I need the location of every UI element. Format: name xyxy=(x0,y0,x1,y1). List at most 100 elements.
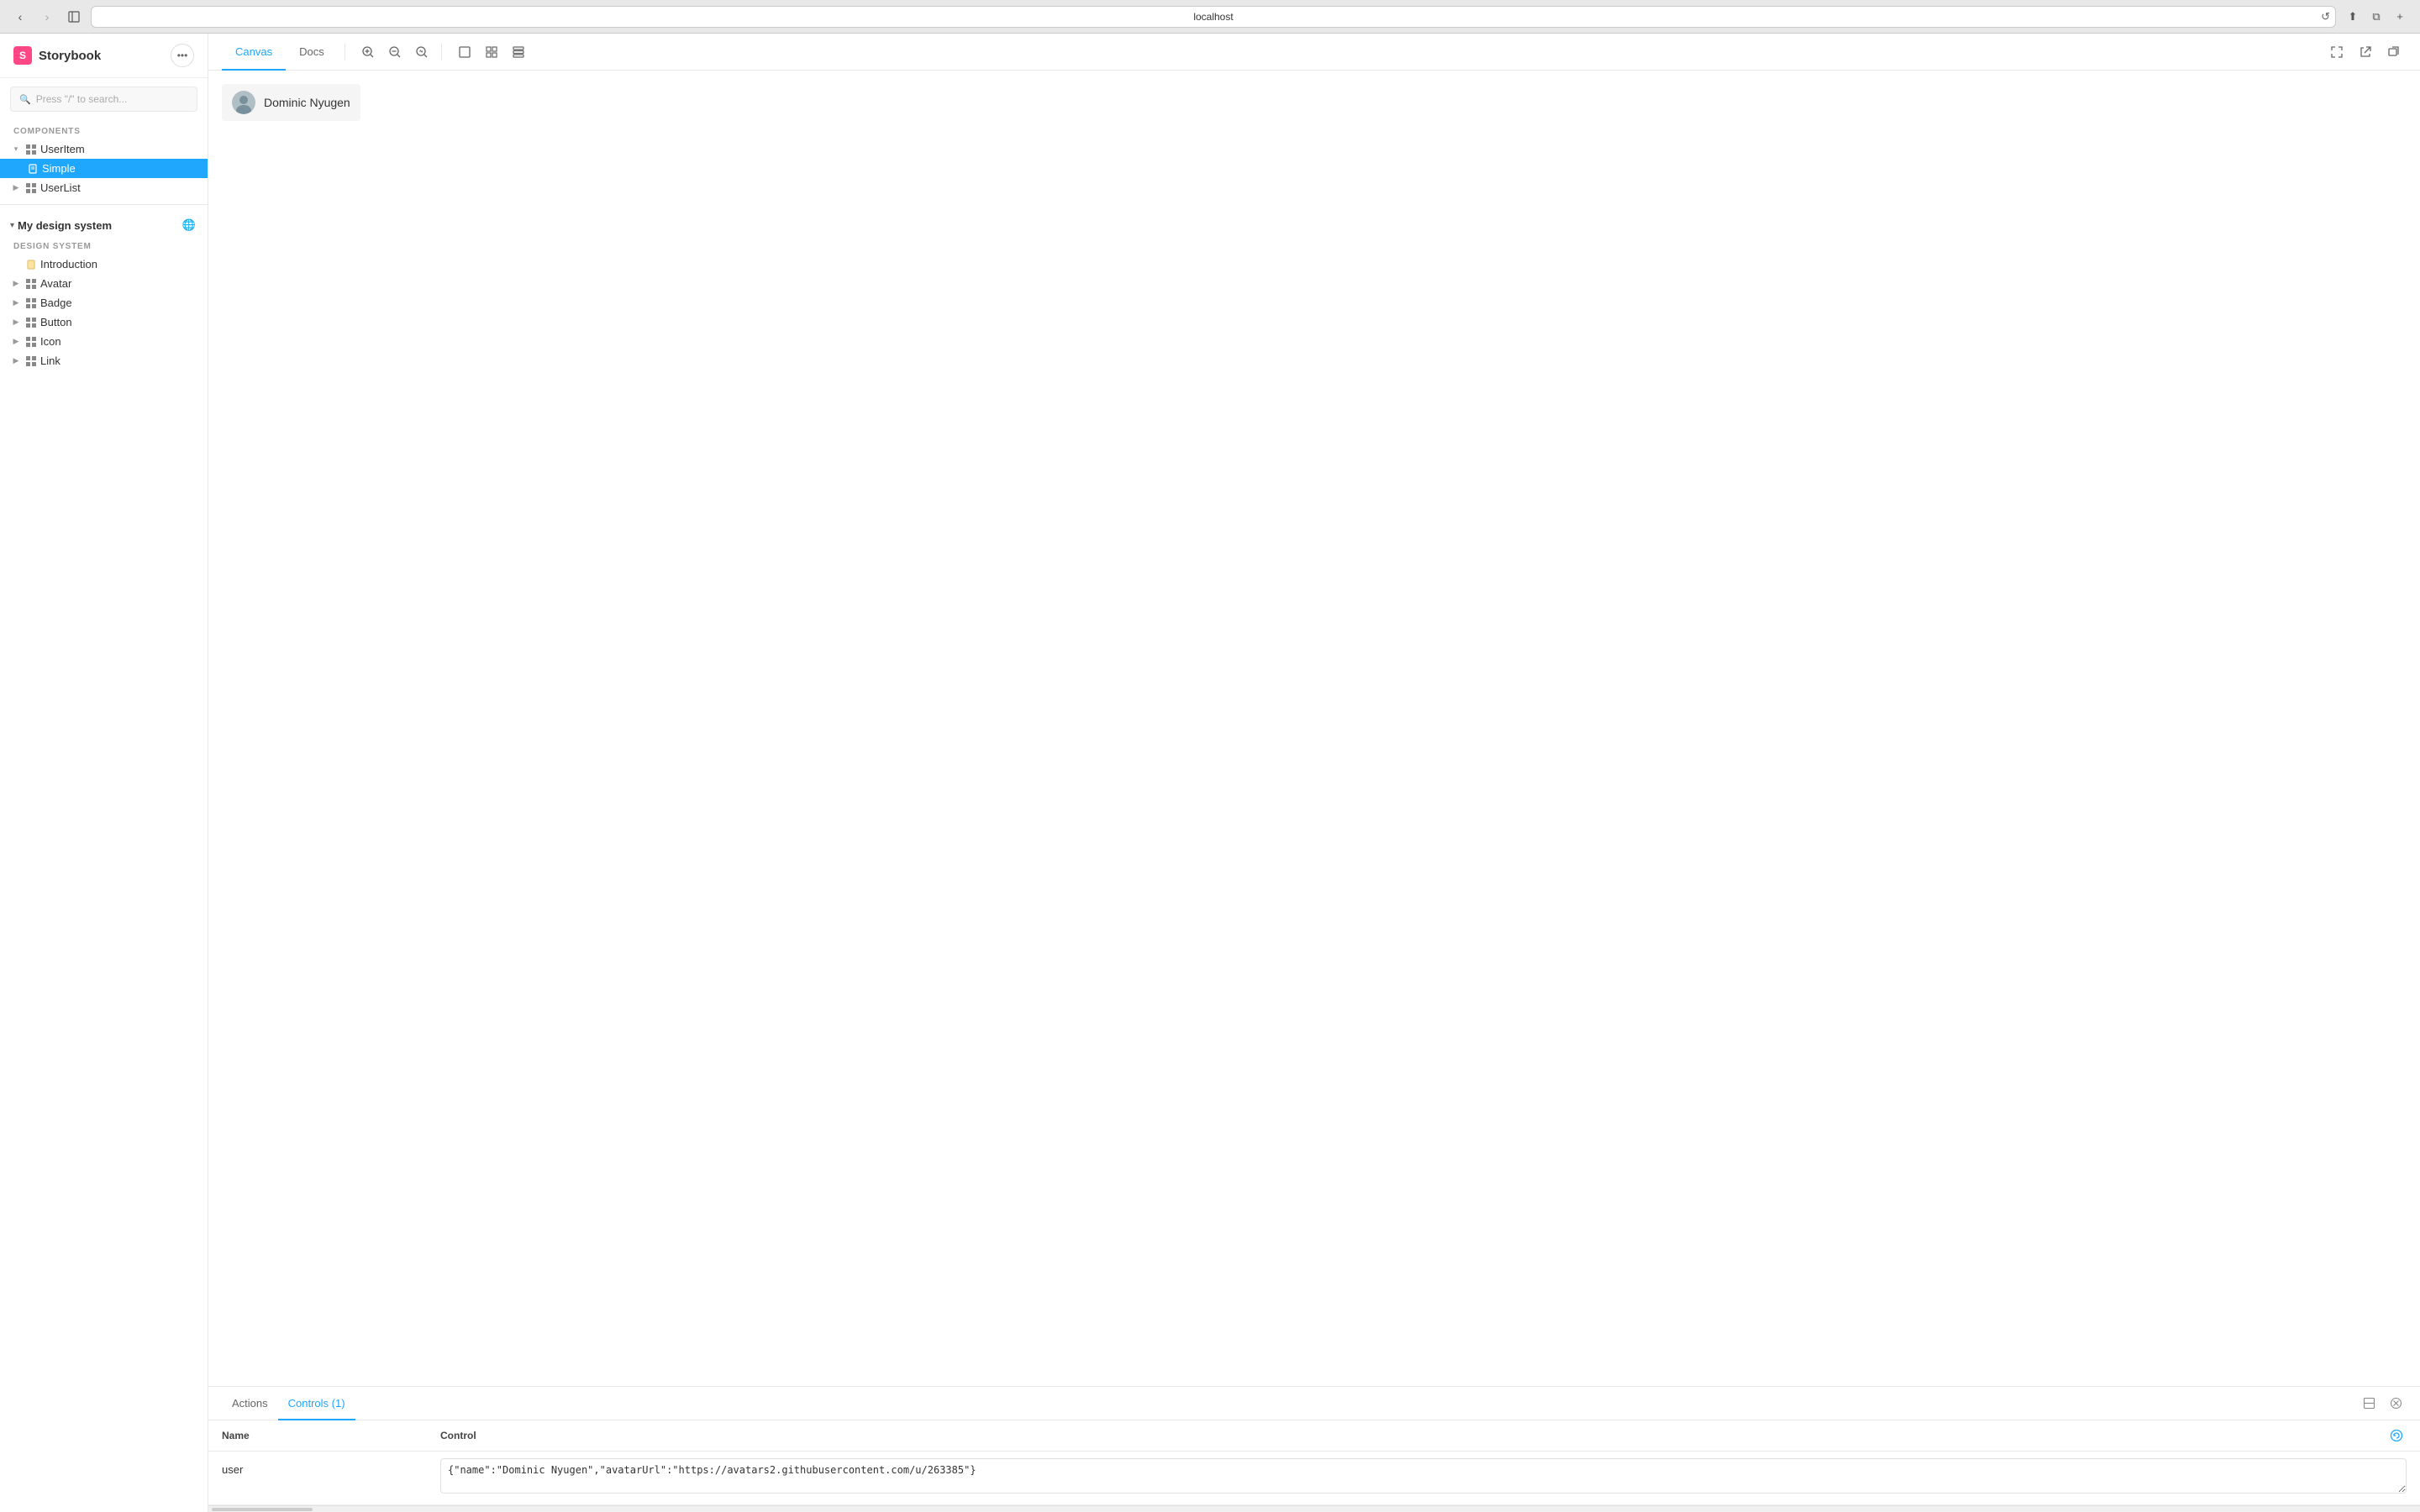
expand-icon-userlist: ▶ xyxy=(10,182,22,194)
sidebar-item-avatar-label: Avatar xyxy=(40,277,71,290)
panel-close-button[interactable] xyxy=(2385,1393,2407,1415)
tab-canvas[interactable]: Canvas xyxy=(222,34,286,71)
expand-icon-link: ▶ xyxy=(10,355,22,367)
design-system-name: My design system xyxy=(18,219,112,232)
more-options-button[interactable]: ••• xyxy=(171,44,194,67)
expand-icon-icon: ▶ xyxy=(10,336,22,348)
controls-column-control: Control xyxy=(440,1430,2386,1441)
bottom-scrollbar[interactable] xyxy=(208,1505,2420,1512)
fullscreen-button[interactable] xyxy=(2324,39,2349,65)
toolbar-right-actions xyxy=(2324,39,2407,65)
add-tab-button[interactable]: + xyxy=(2390,7,2410,27)
component-icon-avatar xyxy=(25,278,37,290)
storybook-logo-icon: S xyxy=(13,46,32,65)
toolbar: Canvas Docs xyxy=(208,34,2420,71)
avatar xyxy=(232,91,255,114)
view-controls xyxy=(452,39,531,65)
panel-layout-button[interactable] xyxy=(2358,1393,2380,1415)
expand-icon-useritem: ▾ xyxy=(10,144,22,155)
reload-button[interactable]: ↺ xyxy=(2321,10,2330,24)
storybook-logo-text: Storybook xyxy=(39,49,101,63)
sidebar-item-link-label: Link xyxy=(40,354,60,367)
search-bar[interactable]: 🔍 Press "/" to search... xyxy=(10,87,197,112)
forward-button[interactable]: › xyxy=(37,7,57,27)
doc-icon-introduction xyxy=(25,259,37,270)
controls-header-actions xyxy=(2386,1425,2407,1446)
sidebar-toggle-button[interactable] xyxy=(64,7,84,27)
browser-chrome: ‹ › localhost ↺ ⬆ ⧉ + xyxy=(0,0,2420,34)
component-icon-icon xyxy=(25,336,37,348)
controls-row-name-user: user xyxy=(222,1458,440,1476)
view-single-button[interactable] xyxy=(452,39,477,65)
sidebar-item-icon[interactable]: ▶ Icon xyxy=(0,332,208,351)
new-tab-button[interactable]: ⧉ xyxy=(2366,7,2386,27)
sidebar-header: S Storybook ••• xyxy=(0,34,208,78)
search-icon: 🔍 xyxy=(19,94,31,105)
zoom-controls xyxy=(355,39,434,65)
app: S Storybook ••• 🔍 Press "/" to search...… xyxy=(0,34,2420,1512)
sidebar-item-badge[interactable]: ▶ Badge xyxy=(0,293,208,312)
toolbar-separator-2 xyxy=(441,44,442,60)
bottom-tabs: Actions Controls (1) xyxy=(208,1387,2420,1420)
reset-controls-button[interactable] xyxy=(2386,1425,2407,1446)
expand-icon-avatar: ▶ xyxy=(10,278,22,290)
component-icon-link xyxy=(25,355,37,367)
browser-actions: ⬆ ⧉ + xyxy=(2343,7,2410,27)
controls-header: Name Control xyxy=(208,1420,2420,1452)
tab-docs[interactable]: Docs xyxy=(286,34,338,71)
sidebar-item-link[interactable]: ▶ Link xyxy=(0,351,208,370)
main-content: Canvas Docs xyxy=(208,34,2420,1512)
search-placeholder-text: Press "/" to search... xyxy=(36,93,128,105)
user-control-textarea[interactable] xyxy=(440,1458,2407,1494)
zoom-out-button[interactable] xyxy=(382,39,408,65)
url-bar[interactable]: localhost ↺ xyxy=(91,6,2336,28)
sidebar-item-button[interactable]: ▶ Button xyxy=(0,312,208,332)
design-system-header: ▾ My design system 🌐 xyxy=(0,212,208,235)
preview-content: Dominic Nyugen xyxy=(208,71,2420,134)
zoom-in-button[interactable] xyxy=(355,39,381,65)
tab-controls[interactable]: Controls (1) xyxy=(278,1387,355,1420)
sidebar-item-avatar[interactable]: ▶ Avatar xyxy=(0,274,208,293)
sidebar-item-useritem-label: UserItem xyxy=(40,143,85,155)
bottom-panel: Actions Controls (1) xyxy=(208,1386,2420,1505)
expand-icon-button: ▶ xyxy=(10,317,22,328)
controls-column-name: Name xyxy=(222,1430,440,1441)
sidebar-item-useritem[interactable]: ▾ UserItem xyxy=(0,139,208,159)
sidebar: S Storybook ••• 🔍 Press "/" to search...… xyxy=(0,34,208,1512)
components-section-label: COMPONENTS xyxy=(0,120,208,139)
controls-row-user: user xyxy=(208,1452,2420,1505)
sidebar-item-simple-label: Simple xyxy=(42,162,76,175)
component-icon-badge xyxy=(25,297,37,309)
sidebar-item-introduction-label: Introduction xyxy=(40,258,97,270)
component-icon-userlist xyxy=(25,182,37,194)
sidebar-item-simple[interactable]: Simple xyxy=(0,159,208,178)
design-system-section-label: DESIGN SYSTEM xyxy=(0,235,208,255)
view-grid-button[interactable] xyxy=(479,39,504,65)
expand-placeholder-introduction xyxy=(10,259,22,270)
scrollbar-thumb xyxy=(212,1508,313,1511)
sidebar-item-userlist[interactable]: ▶ UserList xyxy=(0,178,208,197)
sidebar-item-icon-label: Icon xyxy=(40,335,61,348)
open-new-tab-button[interactable] xyxy=(2353,39,2378,65)
design-system-globe-button[interactable]: 🌐 xyxy=(181,217,197,234)
controls-row-value-user xyxy=(440,1458,2407,1498)
controls-table: Name Control user xyxy=(208,1420,2420,1505)
sidebar-item-badge-label: Badge xyxy=(40,297,72,309)
copy-link-button[interactable] xyxy=(2381,39,2407,65)
share-button[interactable]: ⬆ xyxy=(2343,7,2363,27)
zoom-reset-button[interactable] xyxy=(409,39,434,65)
bottom-tab-actions xyxy=(2358,1393,2407,1415)
view-list-button[interactable] xyxy=(506,39,531,65)
canvas-area: Dominic Nyugen xyxy=(208,71,2420,1386)
back-button[interactable]: ‹ xyxy=(10,7,30,27)
component-icon-button xyxy=(25,317,37,328)
sidebar-item-button-label: Button xyxy=(40,316,72,328)
sidebar-divider xyxy=(0,204,208,205)
user-display-name: Dominic Nyugen xyxy=(264,96,350,109)
tab-actions[interactable]: Actions xyxy=(222,1387,278,1420)
story-icon-simple xyxy=(27,163,39,175)
user-item-preview: Dominic Nyugen xyxy=(222,84,360,121)
sidebar-item-userlist-label: UserList xyxy=(40,181,81,194)
expand-icon-badge: ▶ xyxy=(10,297,22,309)
sidebar-item-introduction[interactable]: Introduction xyxy=(0,255,208,274)
